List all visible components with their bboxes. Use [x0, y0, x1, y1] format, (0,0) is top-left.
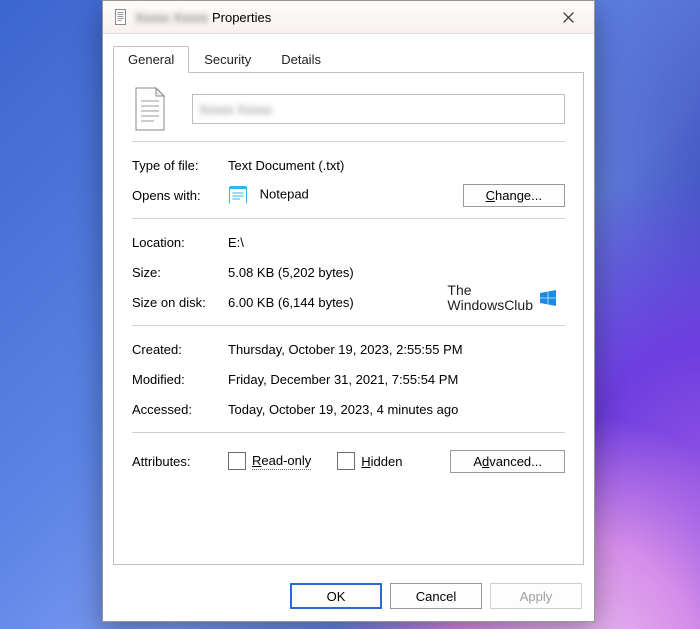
size-label: Size:	[132, 265, 228, 280]
watermark-text: The WindowsClub	[447, 283, 533, 314]
created-value: Thursday, October 19, 2023, 2:55:55 PM	[228, 342, 565, 357]
size-value: 5.08 KB (5,202 bytes)	[228, 265, 565, 280]
change-button[interactable]: Change...	[463, 184, 565, 207]
close-button[interactable]	[548, 1, 588, 33]
tab-strip: General Security Details	[103, 34, 594, 73]
hidden-checkbox[interactable]: Hidden	[337, 452, 402, 470]
attributes-label: Attributes:	[132, 454, 228, 469]
document-icon	[113, 9, 129, 25]
title-text: Xxxxx Xxxxx Properties	[135, 10, 271, 25]
dialog-button-bar: OK Cancel Apply	[103, 575, 594, 621]
divider	[132, 432, 565, 433]
location-value: E:\	[228, 235, 565, 250]
checkbox-icon	[228, 452, 246, 470]
tab-details[interactable]: Details	[266, 46, 336, 73]
apply-button: Apply	[490, 583, 582, 609]
tab-general[interactable]: General	[113, 46, 189, 73]
size-on-disk-label: Size on disk:	[132, 295, 228, 310]
cancel-button[interactable]: Cancel	[390, 583, 482, 609]
type-of-file-label: Type of file:	[132, 158, 228, 173]
title-suffix: Properties	[212, 10, 271, 25]
divider	[132, 141, 565, 142]
advanced-button[interactable]: Advanced...	[450, 450, 565, 473]
created-label: Created:	[132, 342, 228, 357]
modified-label: Modified:	[132, 372, 228, 387]
filename-obscured: Xxxxx Xxxxx	[199, 102, 272, 117]
opens-with-value: Notepad	[228, 185, 463, 205]
read-only-checkbox[interactable]: Read-only	[228, 452, 311, 470]
divider	[132, 325, 565, 326]
read-only-label: Read-only	[252, 453, 311, 470]
ok-button[interactable]: OK	[290, 583, 382, 609]
title-filename-obscured: Xxxxx Xxxxx	[135, 10, 208, 25]
titlebar: Xxxxx Xxxxx Properties	[103, 1, 594, 34]
checkbox-icon	[337, 452, 355, 470]
type-of-file-value: Text Document (.txt)	[228, 158, 565, 173]
properties-dialog: Xxxxx Xxxxx Properties General Security …	[102, 0, 595, 622]
hidden-label: Hidden	[361, 454, 402, 469]
opens-with-label: Opens with:	[132, 188, 228, 203]
notepad-icon	[228, 185, 248, 205]
divider	[132, 218, 565, 219]
watermark: The WindowsClub	[447, 283, 557, 314]
opens-with-app-name: Notepad	[260, 186, 309, 201]
filename-input[interactable]: Xxxxx Xxxxx	[192, 94, 565, 124]
location-label: Location:	[132, 235, 228, 250]
tab-page-general: Xxxxx Xxxxx Type of file: Text Document …	[113, 72, 584, 565]
file-type-icon	[132, 87, 168, 131]
tab-security[interactable]: Security	[189, 46, 266, 73]
accessed-value: Today, October 19, 2023, 4 minutes ago	[228, 402, 565, 417]
modified-value: Friday, December 31, 2021, 7:55:54 PM	[228, 372, 565, 387]
accessed-label: Accessed:	[132, 402, 228, 417]
windows-flag-icon	[539, 289, 557, 307]
